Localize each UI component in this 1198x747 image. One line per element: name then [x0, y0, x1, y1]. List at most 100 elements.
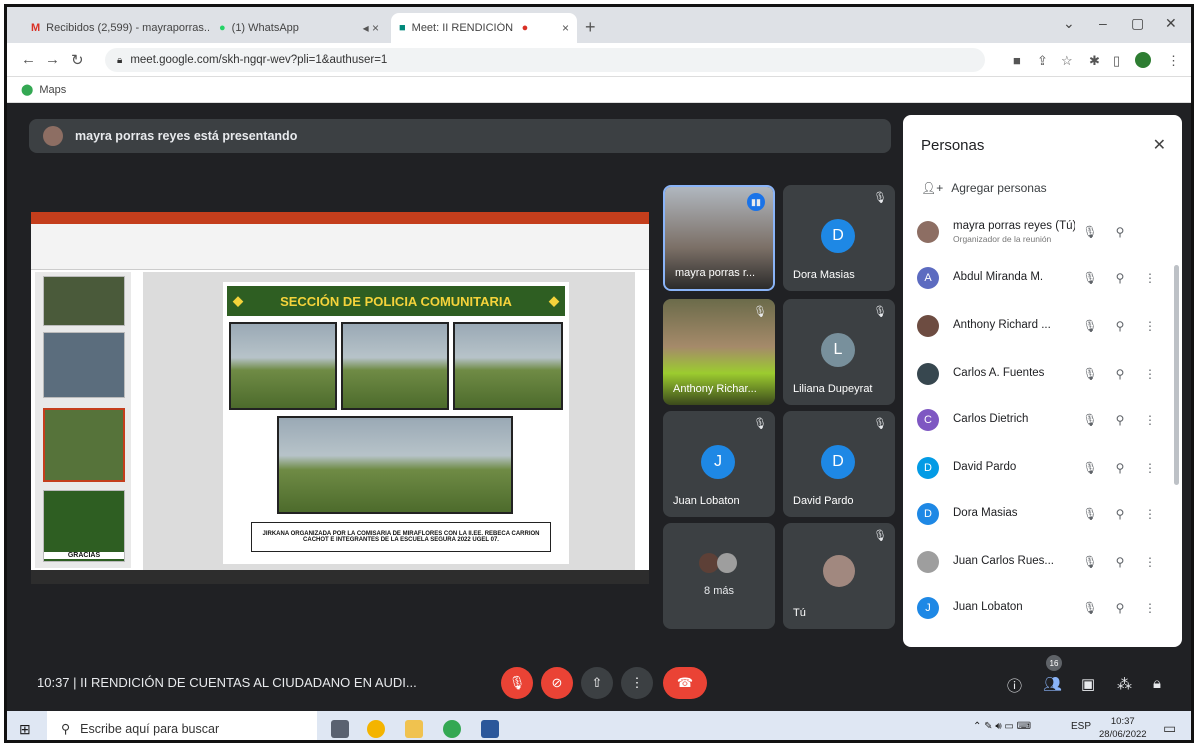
url-input[interactable]: 🔒︎ meet.google.com/skh-ngqr-wev?pli=1&au… — [105, 48, 985, 72]
bookmark-maps[interactable]: Maps — [39, 84, 66, 96]
pin-icon[interactable]: ⚲ — [1105, 413, 1135, 427]
more-options-button[interactable]: ⋮ — [621, 667, 653, 699]
more-participants-tile[interactable]: 8 más — [663, 523, 775, 629]
extensions-icon[interactable]: ✱ — [1089, 53, 1100, 69]
back-icon[interactable]: ← — [21, 51, 36, 68]
whatsapp-icon: ● — [219, 22, 226, 34]
task-view-icon[interactable] — [331, 720, 349, 738]
more-options-icon[interactable]: ⋮ — [1135, 461, 1165, 475]
activities-icon[interactable]: ⁂ — [1117, 675, 1132, 693]
language-indicator[interactable]: ESP — [1071, 721, 1091, 732]
mic-off-icon: 🎙︎ — [753, 306, 767, 318]
participant-tile[interactable]: 🎙︎ Anthony Richar... — [663, 299, 775, 405]
self-tile[interactable]: 🎙︎ Tú — [783, 523, 895, 629]
person-row: A Abdul Miranda M. 🎙︎ ⚲ ⋮ — [917, 261, 1167, 295]
host-controls-icon[interactable]: 🔒︎ — [1153, 675, 1161, 692]
pin-icon[interactable]: ⚲ — [1105, 271, 1135, 285]
mic-toggle-button[interactable]: 🎙︎ — [501, 667, 533, 699]
mic-off-icon[interactable]: 🎙︎ — [1075, 555, 1105, 569]
mic-off-icon: 🎙︎ — [873, 418, 887, 430]
close-icon[interactable]: × — [562, 21, 569, 35]
panel-title: Personas — [921, 137, 985, 154]
system-clock[interactable]: 10:37 28/06/2022 — [1099, 715, 1147, 740]
pin-icon[interactable]: ⚲ — [1105, 367, 1135, 381]
word-icon[interactable] — [481, 720, 499, 738]
camera-icon[interactable]: ■ — [1013, 53, 1021, 68]
map-pin-icon: ⬤ — [21, 84, 34, 96]
add-people-button[interactable]: 👤︎+ Agregar personas — [921, 181, 1047, 195]
slide-heading: ◆ SECCIÓN DE POLICIA COMUNITARIA ◆ — [227, 286, 565, 316]
powerpoint-titlebar — [31, 212, 649, 224]
more-options-icon[interactable]: ⋮ — [1135, 319, 1165, 333]
more-count: 8 más — [704, 585, 734, 597]
slide-thumbnails: GRACIAS — [35, 272, 131, 568]
forward-icon[interactable]: → — [45, 51, 60, 68]
participant-tile[interactable]: 🎙︎ D David Pardo — [783, 411, 895, 517]
scrollbar[interactable] — [1174, 265, 1179, 485]
participant-tile[interactable]: ▮▮ mayra porras r... — [663, 185, 775, 291]
pin-icon[interactable]: ⚲ — [1105, 601, 1135, 615]
windows-start-icon[interactable]: ⊞ — [19, 721, 31, 738]
notifications-icon[interactable]: ▭ — [1163, 720, 1176, 737]
chrome-profile-icon[interactable] — [443, 720, 461, 738]
more-options-icon[interactable]: ⋮ — [1135, 367, 1165, 381]
pin-icon[interactable]: ⚲ — [1105, 555, 1135, 569]
minimize-button[interactable]: – — [1099, 15, 1107, 31]
star-icon[interactable]: ☆ — [1061, 53, 1073, 69]
new-tab-button[interactable]: + — [585, 17, 596, 38]
mic-off-icon[interactable]: 🎙︎ — [1075, 413, 1105, 427]
mic-off-icon[interactable]: 🎙︎ — [1075, 367, 1105, 381]
file-explorer-icon[interactable] — [405, 720, 423, 738]
tab-gmail[interactable]: M Recibidos (2,599) - mayraporras... × — [23, 13, 209, 43]
close-window-button[interactable]: ✕ — [1165, 15, 1177, 32]
pin-icon[interactable]: ⚲ — [1105, 319, 1135, 333]
mic-off-icon[interactable]: 🎙︎ — [1075, 319, 1105, 333]
tab-label: Meet: II RENDICIÓN DE CUEN — [411, 22, 516, 34]
tab-meet[interactable]: ■ Meet: II RENDICIÓN DE CUEN ● × — [391, 13, 577, 43]
tab-whatsapp[interactable]: ● (1) WhatsApp ◂ × — [211, 13, 387, 43]
more-options-icon[interactable]: ⋮ — [1135, 507, 1165, 521]
pin-icon[interactable]: ⚲ — [1105, 461, 1135, 475]
share-icon[interactable]: ⇪ — [1037, 53, 1048, 69]
close-icon[interactable]: ✕ — [1153, 135, 1166, 155]
slide-photo — [453, 322, 563, 410]
mic-off-icon[interactable]: 🎙︎ — [1075, 225, 1105, 239]
slide-photo — [341, 322, 449, 410]
taskbar-search-input[interactable]: ⚲ Escribe aquí para buscar — [47, 711, 317, 740]
close-icon[interactable]: ◂ × — [363, 21, 379, 35]
sidepanel-icon[interactable]: ▯ — [1113, 53, 1120, 69]
system-tray-icons[interactable]: ⌃ ✎ 🔊︎ ▭ ⌨ — [973, 721, 1031, 732]
avatar: C — [917, 409, 939, 431]
profile-avatar[interactable] — [1135, 52, 1151, 68]
tab-search-icon[interactable]: ⌄ — [1063, 15, 1075, 32]
people-icon[interactable]: 👥︎ — [1043, 675, 1062, 693]
participant-tile[interactable]: 🎙︎ J Juan Lobaton — [663, 411, 775, 517]
slide-thumbnail — [43, 276, 125, 326]
people-panel: Personas ✕ 👤︎+ Agregar personas mayra po… — [903, 115, 1182, 647]
more-options-icon[interactable]: ⋮ — [1135, 601, 1165, 615]
participant-tile[interactable]: 🎙︎ L Liliana Dupeyrat — [783, 299, 895, 405]
participant-tile[interactable]: 🎙︎ D Dora Masias — [783, 185, 895, 291]
reload-icon[interactable]: ↻ — [71, 51, 84, 69]
more-options-icon[interactable]: ⋮ — [1135, 413, 1165, 427]
mic-off-icon[interactable]: 🎙︎ — [1075, 601, 1105, 615]
menu-icon[interactable]: ⋮ — [1167, 53, 1180, 69]
leave-call-button[interactable]: ☎ — [663, 667, 707, 699]
person-row: D Dora Masias 🎙︎ ⚲ ⋮ — [917, 497, 1167, 531]
present-button[interactable]: ⇧ — [581, 667, 613, 699]
mic-off-icon[interactable]: 🎙︎ — [1075, 271, 1105, 285]
mic-off-icon[interactable]: 🎙︎ — [1075, 461, 1105, 475]
pin-icon[interactable]: ⚲ — [1105, 225, 1135, 239]
clock-time: 10:37 — [1110, 716, 1135, 727]
chat-icon[interactable]: ▣ — [1081, 675, 1095, 693]
mic-off-icon[interactable]: 🎙︎ — [1075, 507, 1105, 521]
more-options-icon[interactable]: ⋮ — [1135, 555, 1165, 569]
info-icon[interactable]: ⓘ — [1007, 675, 1022, 696]
camera-toggle-button[interactable]: ⊘ — [541, 667, 573, 699]
avatar — [717, 553, 737, 573]
more-options-icon[interactable]: ⋮ — [1135, 271, 1165, 285]
chrome-icon[interactable] — [367, 720, 385, 738]
maximize-button[interactable]: ▢ — [1131, 15, 1144, 32]
avatar — [699, 553, 719, 573]
pin-icon[interactable]: ⚲ — [1105, 507, 1135, 521]
